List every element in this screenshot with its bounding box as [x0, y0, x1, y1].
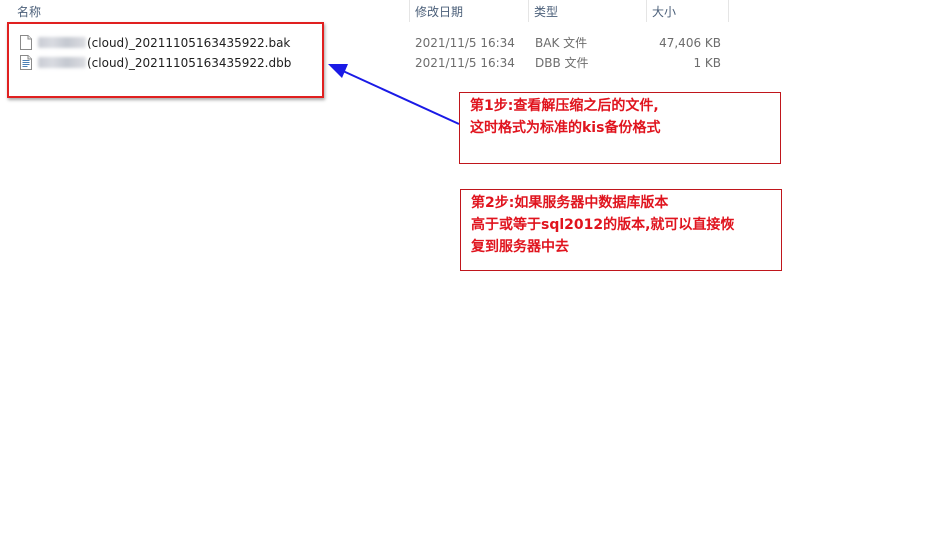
explorer-window: 名称 ⌃ 修改日期 类型 大小 (cloud)_2021110516343592… [0, 0, 934, 542]
file-date-modified: 2021/11/5 16:34 [415, 36, 515, 50]
column-header-row: 名称 ⌃ 修改日期 类型 大小 [0, 0, 934, 24]
sort-ascending-icon: ⌃ [203, 0, 211, 6]
column-divider[interactable] [728, 0, 729, 22]
file-size: 1 KB [693, 56, 721, 70]
file-size: 47,406 KB [659, 36, 721, 50]
file-date-modified: 2021/11/5 16:34 [415, 56, 515, 70]
step2-annotation: 第2步:如果服务器中数据库版本 高于或等于sql2012的版本,就可以直接恢 复… [460, 189, 782, 271]
column-header-size[interactable]: 大小 [646, 0, 728, 24]
step1-annotation: 第1步:查看解压缩之后的文件, 这时格式为标准的kis备份格式 [459, 92, 781, 164]
file-highlight-box [7, 22, 324, 98]
file-type: BAK 文件 [535, 36, 588, 50]
column-header-date-modified[interactable]: 修改日期 [409, 0, 528, 24]
file-type: DBB 文件 [535, 56, 589, 70]
column-header-type[interactable]: 类型 [528, 0, 646, 24]
